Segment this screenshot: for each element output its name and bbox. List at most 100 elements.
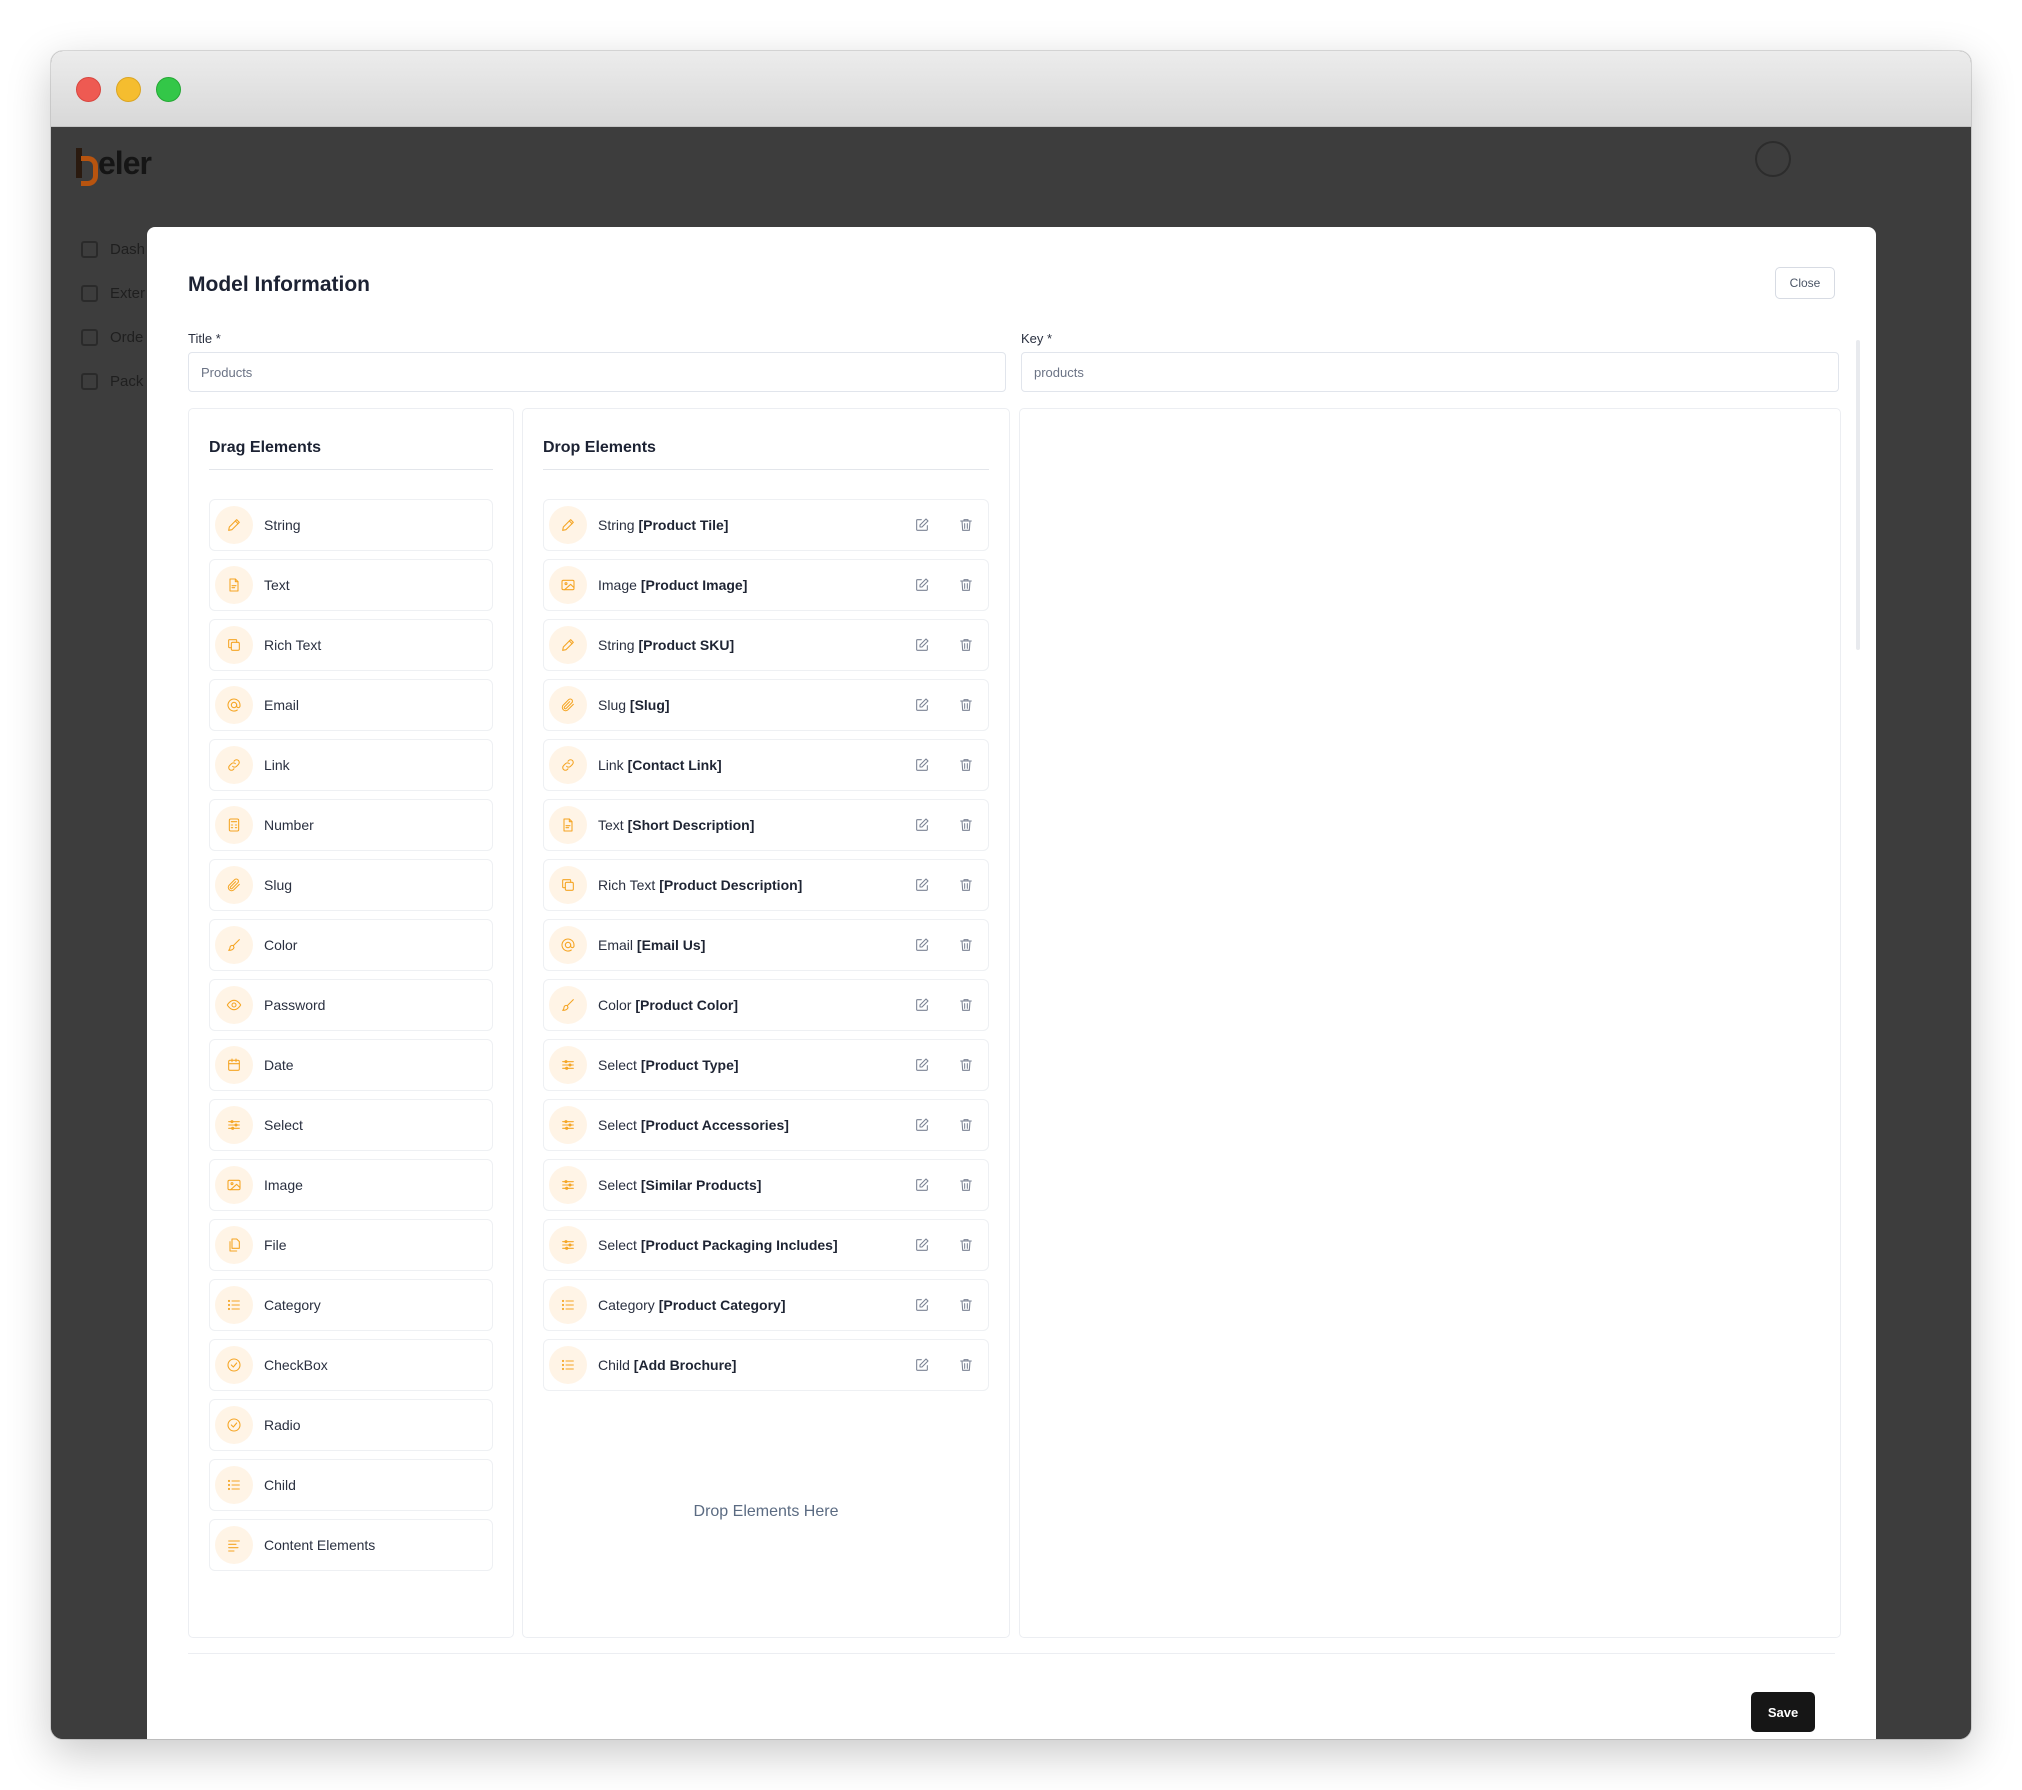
pencil-icon	[549, 626, 587, 664]
edit-icon[interactable]	[912, 1055, 932, 1075]
edit-icon[interactable]	[912, 875, 932, 895]
trash-icon[interactable]	[956, 1115, 976, 1135]
drop-element-item[interactable]: String [Product Tile]	[543, 499, 989, 551]
drag-element-item[interactable]: Child	[209, 1459, 493, 1511]
edit-icon[interactable]	[912, 695, 932, 715]
drop-zone-hint[interactable]: Drop Elements Here	[523, 1503, 1009, 1521]
close-window-button[interactable]	[76, 77, 101, 102]
drop-element-item[interactable]: Select [Product Accessories]	[543, 1099, 989, 1151]
drop-element-actions	[912, 755, 976, 775]
trash-icon[interactable]	[956, 515, 976, 535]
drag-element-item[interactable]: Select	[209, 1099, 493, 1151]
drag-element-item[interactable]: CheckBox	[209, 1339, 493, 1391]
check-circle-icon	[215, 1406, 253, 1444]
sidebar-item-label: Pack	[110, 372, 144, 390]
edit-icon[interactable]	[912, 935, 932, 955]
avatar[interactable]	[1755, 141, 1791, 177]
edit-icon[interactable]	[912, 1175, 932, 1195]
drop-element-item[interactable]: Select [Similar Products]	[543, 1159, 989, 1211]
edit-icon[interactable]	[912, 1295, 932, 1315]
trash-icon[interactable]	[956, 875, 976, 895]
close-button[interactable]: Close	[1775, 267, 1835, 299]
trash-icon[interactable]	[956, 635, 976, 655]
title-input[interactable]	[188, 352, 1006, 392]
drag-element-label: Content Elements	[264, 1537, 376, 1553]
edit-icon[interactable]	[912, 755, 932, 775]
trash-icon[interactable]	[956, 575, 976, 595]
drop-element-name: [Product Packaging Includes]	[640, 1237, 838, 1253]
minimize-window-button[interactable]	[116, 77, 141, 102]
drop-element-item[interactable]: Category [Product Category]	[543, 1279, 989, 1331]
sidebar-item-dashboard[interactable]: Dash	[81, 227, 145, 271]
edit-icon[interactable]	[912, 515, 932, 535]
drag-element-item[interactable]: Slug	[209, 859, 493, 911]
sliders-icon	[549, 1166, 587, 1204]
drag-element-item[interactable]: Content Elements	[209, 1519, 493, 1571]
save-button[interactable]: Save	[1751, 1692, 1815, 1732]
drop-element-item[interactable]: Rich Text [Product Description]	[543, 859, 989, 911]
drag-element-item[interactable]: Color	[209, 919, 493, 971]
sidebar-item-external[interactable]: Exter	[81, 271, 145, 315]
drop-element-item[interactable]: String [Product SKU]	[543, 619, 989, 671]
link-icon	[549, 746, 587, 784]
drop-element-item[interactable]: Color [Product Color]	[543, 979, 989, 1031]
edit-icon[interactable]	[912, 635, 932, 655]
box-icon	[81, 372, 98, 390]
drag-element-item[interactable]: File	[209, 1219, 493, 1271]
drag-element-item[interactable]: Link	[209, 739, 493, 791]
trash-icon[interactable]	[956, 1235, 976, 1255]
app-logo: eler	[74, 145, 152, 186]
sliders-icon	[549, 1106, 587, 1144]
sidebar-item-orders[interactable]: Orde	[81, 315, 145, 359]
modal-scrollbar[interactable]	[1856, 340, 1860, 650]
drop-element-label: Image [Product Image]	[598, 577, 747, 593]
drop-element-name: [Product Image]	[640, 577, 748, 593]
trash-icon[interactable]	[956, 755, 976, 775]
drag-element-item[interactable]: Image	[209, 1159, 493, 1211]
edit-icon[interactable]	[912, 995, 932, 1015]
drop-element-item[interactable]: Image [Product Image]	[543, 559, 989, 611]
drag-element-item[interactable]: Number	[209, 799, 493, 851]
trash-icon[interactable]	[956, 935, 976, 955]
trash-icon[interactable]	[956, 695, 976, 715]
trash-icon[interactable]	[956, 995, 976, 1015]
drag-element-item[interactable]: Rich Text	[209, 619, 493, 671]
drop-element-item[interactable]: Slug [Slug]	[543, 679, 989, 731]
drop-element-item[interactable]: Text [Short Description]	[543, 799, 989, 851]
edit-icon[interactable]	[912, 815, 932, 835]
trash-icon[interactable]	[956, 1355, 976, 1375]
drag-element-label: Image	[264, 1177, 303, 1193]
edit-icon[interactable]	[912, 1115, 932, 1135]
edit-icon[interactable]	[912, 1355, 932, 1375]
maximize-window-button[interactable]	[156, 77, 181, 102]
drag-element-item[interactable]: Date	[209, 1039, 493, 1091]
drag-element-item[interactable]: Radio	[209, 1399, 493, 1451]
modal-title: Model Information	[188, 273, 370, 296]
drop-element-item[interactable]: Link [Contact Link]	[543, 739, 989, 791]
pencil-icon	[215, 506, 253, 544]
trash-icon[interactable]	[956, 1055, 976, 1075]
edit-icon[interactable]	[912, 1235, 932, 1255]
edit-icon[interactable]	[912, 575, 932, 595]
at-icon	[215, 686, 253, 724]
trash-icon[interactable]	[956, 815, 976, 835]
drag-element-item[interactable]: Password	[209, 979, 493, 1031]
drag-element-item[interactable]: Email	[209, 679, 493, 731]
drop-element-actions	[912, 815, 976, 835]
drop-element-label: Slug [Slug]	[598, 697, 670, 713]
drag-element-label: Email	[264, 697, 300, 713]
drag-element-item[interactable]: Category	[209, 1279, 493, 1331]
trash-icon[interactable]	[956, 1175, 976, 1195]
drop-element-item[interactable]: Child [Add Brochure]	[543, 1339, 989, 1391]
key-input[interactable]	[1021, 352, 1839, 392]
drag-element-item[interactable]: Text	[209, 559, 493, 611]
drag-element-item[interactable]: String	[209, 499, 493, 551]
drop-element-item[interactable]: Select [Product Packaging Includes]	[543, 1219, 989, 1271]
drag-element-label: Slug	[264, 877, 293, 893]
drop-element-item[interactable]: Email [Email Us]	[543, 919, 989, 971]
drop-element-item[interactable]: Select [Product Type]	[543, 1039, 989, 1091]
drop-element-type: String	[598, 637, 635, 653]
sidebar-item-packages[interactable]: Pack	[81, 359, 145, 403]
trash-icon[interactable]	[956, 1295, 976, 1315]
drop-element-label: Color [Product Color]	[598, 997, 738, 1013]
